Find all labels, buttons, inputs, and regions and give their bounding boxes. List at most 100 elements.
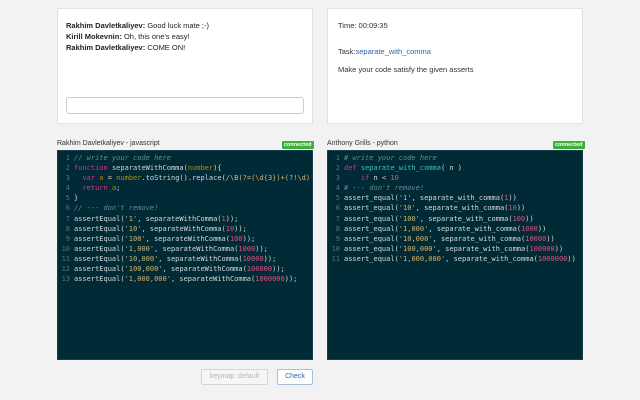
code-token: '1,000,000' — [398, 254, 446, 263]
code-token: assert_equal( — [344, 254, 399, 263]
code-token: # --- don't remove! — [344, 184, 425, 193]
code-token: '10' — [398, 204, 416, 213]
code-line: 9 assert_equal('10,000', separate_with_co… — [328, 234, 576, 244]
line-number: 10 — [61, 244, 70, 253]
code-token: replace — [192, 174, 222, 183]
code-token: , separate_with_comma( — [428, 224, 522, 233]
code-line: 7 assert_equal('100', separate_with_comma… — [328, 214, 576, 224]
code-token: '1' — [124, 214, 138, 223]
code-line: 8 assert_equal('1,000', separate_with_com… — [328, 224, 576, 234]
code-token: assert_equal( — [344, 244, 399, 253]
right-connected-badge: connected — [553, 141, 585, 149]
code-line: 11 assert_equal('1,000,000', separate_wit… — [328, 254, 576, 264]
code-token: def — [344, 164, 361, 173]
code-token: 10 — [225, 224, 235, 233]
chat-message: Rakhim Davletkaliyev: COME ON! — [66, 42, 209, 53]
code-token: '1' — [398, 194, 412, 203]
code-token: 100000 — [529, 244, 555, 253]
code-token: '100,000' — [398, 244, 437, 253]
code-token: 10000 — [525, 234, 547, 243]
code-token: separate_with_comma — [360, 164, 441, 173]
code-token: , separateWithComma( — [158, 254, 243, 263]
chat-author: Rakhim Davletkaliyev: — [66, 21, 146, 30]
code-token: number — [187, 164, 214, 173]
code-token: /\B(?=(\d{3})+(?!\d) — [225, 174, 311, 183]
code-token: , separateWithComma( — [137, 214, 222, 223]
code-line: 1 # write your code here — [328, 153, 576, 163]
chat-message: Kirill Mokevnin: Oh, this one's easy! — [66, 31, 209, 42]
code-token: )); — [284, 275, 298, 284]
code-token: assert_equal( — [344, 234, 399, 243]
code-token: 100 — [512, 214, 526, 223]
task-name: Task:separate_with_comma — [338, 47, 431, 56]
code-line: 2 function separateWithComma(number){ — [58, 163, 310, 173]
line-number: 8 — [65, 224, 70, 233]
code-token: '10' — [124, 224, 142, 233]
code-token: toString — [145, 174, 180, 183]
code-token: , separateWithComma( — [145, 234, 230, 243]
code-line: 11 assertEqual('10,000', separateWithComm… — [58, 254, 310, 264]
code-token: 100 — [229, 234, 243, 243]
line-number: 11 — [61, 254, 70, 263]
code-line: 6 assert_equal('10', separate_with_comma(… — [328, 203, 576, 213]
code-token: '1,000' — [124, 244, 155, 253]
code-token: , separateWithComma( — [162, 265, 247, 274]
code-line: 3 var a = number.toString().replace(/\B(… — [58, 173, 310, 183]
chat-text: Oh, this one's easy! — [123, 32, 190, 41]
code-token: var — [82, 174, 100, 183]
line-number: 5 — [335, 194, 340, 203]
check-button[interactable]: Check — [277, 369, 313, 385]
left-editor-header: Rakhim Davletkaliyev - javascript — [57, 140, 160, 147]
code-token: )) — [525, 214, 534, 223]
code-token: assertEqual( — [74, 224, 125, 233]
keymap-button[interactable]: keymap: default — [201, 369, 268, 385]
code-token: '10,000' — [398, 234, 433, 243]
code-token: // --- don't remove! — [74, 204, 159, 213]
code-token: assert_equal( — [344, 204, 399, 213]
line-number: 13 — [61, 275, 70, 284]
chat-author: Rakhim Davletkaliyev: — [66, 43, 146, 52]
code-token: 1000 — [521, 224, 538, 233]
code-token: # write your code here — [344, 154, 437, 162]
code-token: assertEqual( — [74, 265, 125, 274]
code-token: )) — [516, 204, 526, 213]
code-token: )) — [537, 224, 547, 233]
code-token: )); — [263, 254, 277, 263]
line-number: 11 — [331, 254, 340, 263]
code-line: 9 assertEqual('100', separateWithComma(10… — [58, 234, 310, 244]
code-token: 10 — [390, 174, 399, 183]
line-number: 6 — [335, 204, 340, 213]
code-token: , separate_with_comma( — [436, 244, 530, 253]
task-prefix: Task: — [338, 47, 356, 56]
code-token: , separateWithComma( — [141, 224, 226, 233]
code-token: )); — [242, 234, 256, 243]
line-number: 8 — [335, 224, 340, 233]
right-code-editor[interactable]: 1 # write your code here 2 def separate_wit… — [327, 150, 583, 360]
code-token: )) — [508, 194, 517, 203]
code-line: 2 def separate_with_comma( n ) — [328, 163, 576, 173]
code-token: function — [74, 164, 112, 173]
chat-author: Kirill Mokevnin: — [66, 32, 122, 41]
line-number: 6 — [65, 204, 70, 213]
code-token: (). — [179, 174, 193, 183]
code-token: } — [74, 194, 79, 203]
line-number: 7 — [335, 214, 340, 223]
line-number: 9 — [65, 234, 70, 243]
code-token: , separate_with_comma( — [415, 204, 509, 213]
code-line: 13 assertEqual('1,000,000', separateWithC… — [58, 274, 310, 284]
code-line: 12 assertEqual('100,000', separateWithCom… — [58, 264, 310, 274]
task-link[interactable]: separate_with_comma — [356, 47, 431, 56]
task-description: Make your code satisfy the given asserts — [338, 65, 474, 74]
line-number: 12 — [61, 265, 70, 274]
code-token: '100' — [124, 234, 146, 243]
code-token: 1000 — [238, 244, 256, 253]
code-line: 4 return a; — [58, 183, 310, 193]
code-line: 10 assert_equal('100,000', separate_with_… — [328, 244, 576, 254]
code-token: , separate_with_comma( — [445, 254, 538, 263]
chat-input[interactable] — [66, 97, 304, 114]
code-token: , separate_with_comma( — [411, 194, 505, 203]
code-token: assertEqual( — [74, 234, 125, 243]
right-code: 1 # write your code here 2 def separate_wit… — [328, 153, 576, 264]
left-code-editor[interactable]: 1 // write your code here 2 function separa… — [57, 150, 313, 360]
